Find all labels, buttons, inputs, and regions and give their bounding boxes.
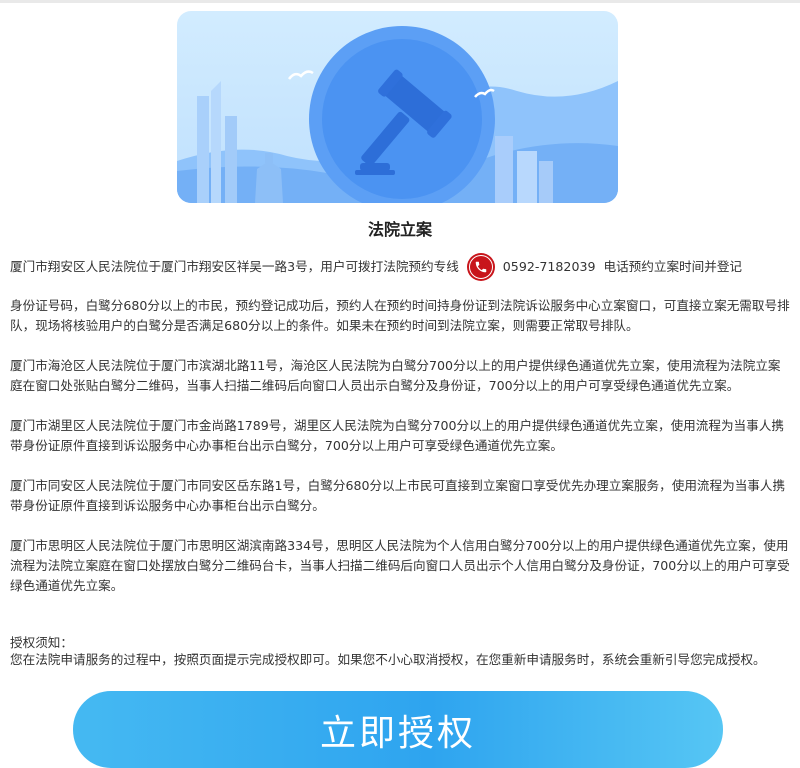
intro-text-before-phone: 厦门市翔安区人民法院位于厦门市翔安区祥吴一路3号，用户可拨打法院预约专线 (10, 259, 459, 274)
court-banner-image (177, 11, 618, 203)
intro-continuation: 身份证号码，白鹭分680分以上的市民，预约登记成功后，预约人在预约时间持身份证到… (10, 298, 790, 333)
notice-text: 您在法院申请服务的过程中，按照页面提示完成授权即可。如果您不小心取消授权，在您重… (10, 652, 766, 667)
phone-icon[interactable] (466, 253, 495, 281)
top-divider (0, 0, 800, 3)
huli-court-paragraph: 厦门市湖里区人民法院位于厦门市金尚路1789号，湖里区人民法院为白鹭分700分以… (10, 418, 784, 453)
haicang-court-paragraph: 厦门市海沧区人民法院位于厦门市滨湖北路11号，海沧区人民法院为白鹭分700分以上… (10, 358, 781, 393)
tongan-court-paragraph: 厦门市同安区人民法院位于厦门市同安区岳东路1号，白鹭分680分以上市民可直接到立… (10, 478, 786, 513)
court-info-content: 厦门市翔安区人民法院位于厦门市翔安区祥吴一路3号，用户可拨打法院预约专线 059… (10, 253, 790, 596)
gavel-illustration (177, 26, 618, 203)
court-phone-number[interactable]: 0592-7182039 (503, 257, 596, 277)
intro-first-line: 厦门市翔安区人民法院位于厦门市翔安区祥吴一路3号，用户可拨打法院预约专线 059… (10, 253, 790, 281)
siming-court-paragraph: 厦门市思明区人民法院位于厦门市思明区湖滨南路334号，思明区人民法院为个人信用白… (10, 538, 790, 593)
authorize-button[interactable]: 立即授权 (73, 691, 723, 768)
intro-text-after-phone: 电话预约立案时间并登记 (603, 259, 743, 274)
page-title: 法院立案 (367, 220, 432, 239)
